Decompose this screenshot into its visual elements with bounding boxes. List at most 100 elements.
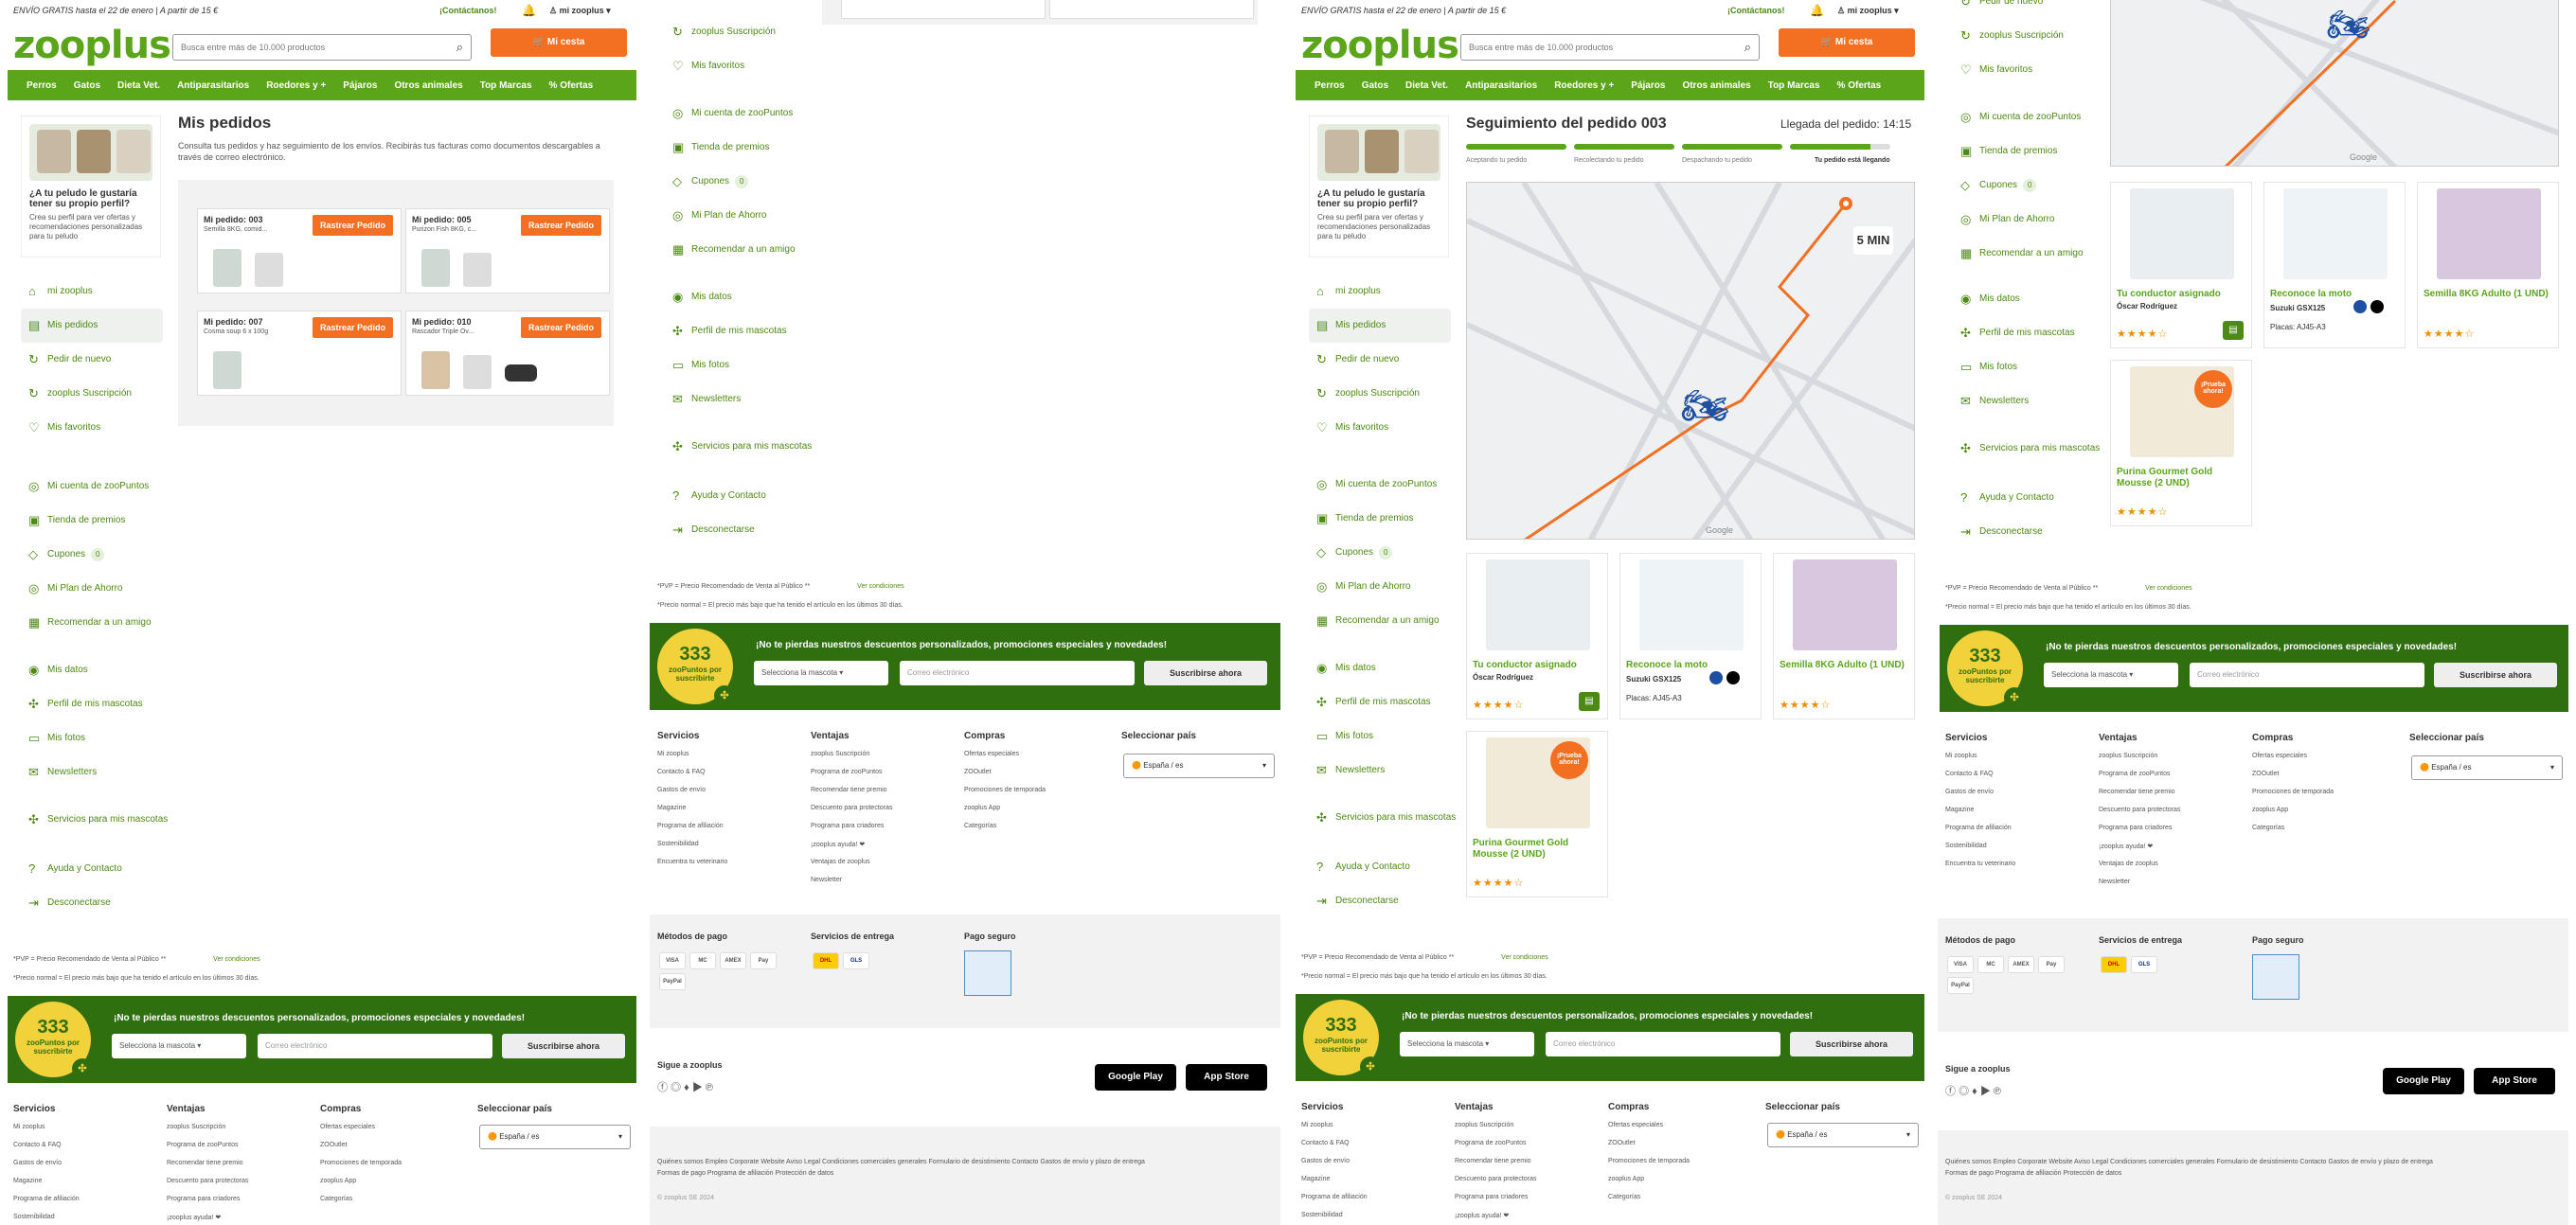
search-icon[interactable]: ⌕ bbox=[1744, 40, 1751, 55]
footer-link[interactable]: zooplus App bbox=[2252, 807, 2394, 825]
footer-link[interactable]: Categorías bbox=[1608, 1194, 1750, 1212]
subscribe-button[interactable]: Suscribirse ahora bbox=[2434, 663, 2557, 687]
order-card[interactable]: Mi pedido: 003 Semilla 8KG, comid... Rastr… bbox=[197, 208, 402, 293]
nav-item[interactable]: Pájaros bbox=[343, 80, 377, 91]
footer-link[interactable]: Magazine bbox=[657, 805, 799, 823]
sidebar-item-favoritos[interactable]: ♡ Mis favoritos bbox=[665, 49, 807, 83]
footer-link[interactable]: zooplus App bbox=[1608, 1176, 1750, 1194]
sidebar-item-favoritos[interactable]: ♡ Mis favoritos bbox=[1309, 411, 1451, 445]
footer-link[interactable]: Contacto & FAQ bbox=[1301, 1140, 1443, 1158]
pet-select[interactable]: Selecciona la mascota ▾ bbox=[2044, 663, 2178, 687]
sidebar-item-zoopuntos[interactable]: ◎ Mi cuenta de zooPuntos bbox=[1953, 100, 2095, 134]
nav-item[interactable]: Antiparasitarios bbox=[1465, 80, 1537, 91]
footer-link[interactable]: ZOOutlet bbox=[1608, 1140, 1750, 1158]
product-card[interactable]: ¡Prueba ahora! Purina Gourmet Gold Mousse… bbox=[2110, 360, 2252, 526]
order-card[interactable]: Mi pedido: 005 Purizon Fish 8KG, c... Rast… bbox=[405, 208, 610, 293]
subscribe-button[interactable]: Suscribirse ahora bbox=[502, 1034, 625, 1058]
footer-link[interactable]: Mi zooplus bbox=[13, 1124, 155, 1142]
footer-link[interactable]: zooplus App bbox=[320, 1178, 462, 1196]
footer-link[interactable]: Mi zooplus bbox=[657, 751, 799, 769]
sidebar-item-desconectarse[interactable]: ⇥ Desconectarse bbox=[1953, 515, 2095, 549]
footer-link[interactable]: Ofertas especiales bbox=[320, 1124, 462, 1142]
track-order-button[interactable]: Rastrear Pedido bbox=[520, 215, 601, 236]
sidebar-item-mis-pedidos[interactable]: ▤ Mis pedidos bbox=[1309, 309, 1451, 343]
nav-item[interactable]: Otros animales bbox=[1682, 80, 1750, 91]
twitter-icon[interactable]: ♦ bbox=[1972, 1086, 1977, 1097]
nav-item[interactable]: Perros bbox=[1315, 80, 1345, 91]
sidebar-item-newsletters[interactable]: ✉ Newsletters bbox=[21, 755, 163, 790]
sidebar-item-servicios[interactable]: ✣ Servicios para mis mascotas bbox=[21, 803, 168, 852]
sidebar-item-plan-ahorro[interactable]: ◎ Mi Plan de Ahorro bbox=[1309, 570, 1451, 604]
facebook-icon[interactable]: ⓕ bbox=[657, 1082, 668, 1093]
sidebar-item-plan-ahorro[interactable]: ◎ Mi Plan de Ahorro bbox=[665, 199, 807, 233]
footer-link[interactable]: ¡zooplus ayuda! ❤ bbox=[1455, 1212, 1597, 1225]
sidebar-item-servicios[interactable]: ✣ Servicios para mis mascotas bbox=[665, 430, 812, 479]
chat-icon[interactable]: ▤ bbox=[1579, 692, 1600, 711]
conditions-link[interactable]: Ver condiciones bbox=[1501, 954, 1547, 961]
sidebar-item-recomendar[interactable]: ▦ Recomendar a un amigo bbox=[21, 606, 163, 640]
footer-link[interactable]: ¡zooplus ayuda! ❤ bbox=[811, 841, 953, 859]
nav-item[interactable]: Perros bbox=[27, 80, 57, 91]
sidebar-item-desconectarse[interactable]: ⇥ Desconectarse bbox=[1309, 884, 1451, 918]
sidebar-item-newsletters[interactable]: ✉ Newsletters bbox=[1309, 754, 1451, 788]
footer-link[interactable]: Programa de zooPuntos bbox=[1455, 1140, 1597, 1158]
footer-link[interactable]: ZOOutlet bbox=[2252, 771, 2394, 789]
sidebar-item-zoopuntos[interactable]: ◎ Mi cuenta de zooPuntos bbox=[665, 97, 807, 131]
search-input[interactable]: Busca entre más de 10.000 productos ⌕ bbox=[172, 34, 472, 61]
footer-link[interactable]: Descuento para protectoras bbox=[167, 1178, 309, 1196]
email-field[interactable]: Correo electrónico bbox=[1546, 1032, 1780, 1056]
footer-link[interactable]: Magazine bbox=[1945, 807, 2087, 825]
sidebar-item-pedir-de-nuevo[interactable]: ↻ Pedir de nuevo bbox=[1953, 0, 2095, 19]
sidebar-item-ayuda[interactable]: ? Ayuda y Contacto bbox=[21, 852, 163, 886]
footer-link[interactable]: Programa de zooPuntos bbox=[2099, 771, 2241, 789]
sidebar-item-perfil-mascotas[interactable]: ✣ Perfil de mis mascotas bbox=[21, 687, 163, 721]
pinterest-icon[interactable]: ℗ bbox=[706, 1082, 713, 1093]
nav-item[interactable]: Antiparasitarios bbox=[177, 80, 249, 91]
footer-link[interactable]: Newsletter bbox=[2099, 879, 2241, 897]
basket-button[interactable]: 🛒 Mi cesta bbox=[491, 28, 627, 57]
footer-link[interactable]: Programa para criadores bbox=[1455, 1194, 1597, 1212]
bell-icon[interactable]: 🔔 bbox=[1810, 4, 1824, 17]
instagram-icon[interactable]: ◎ bbox=[671, 1082, 681, 1093]
nav-item[interactable]: Otros animales bbox=[394, 80, 462, 91]
country-select[interactable]: 🟠 España / es ▾ bbox=[479, 1125, 631, 1149]
footer-link[interactable]: Ofertas especiales bbox=[1608, 1122, 1750, 1140]
sidebar-item-newsletters[interactable]: ✉ Newsletters bbox=[1953, 384, 2095, 418]
sidebar-item-mis-fotos[interactable]: ▭ Mis fotos bbox=[21, 721, 163, 755]
footer-link[interactable]: Programa para criadores bbox=[811, 823, 953, 841]
footer-link[interactable]: Recomendar tiene premio bbox=[2099, 789, 2241, 807]
sidebar-item-mis-fotos[interactable]: ▭ Mis fotos bbox=[1953, 350, 2095, 384]
nav-item[interactable]: Gatos bbox=[1362, 80, 1388, 91]
sidebar-item-cupones[interactable]: ◇ Cupones 0 bbox=[21, 538, 163, 572]
footer-link[interactable]: ZOOutlet bbox=[320, 1142, 462, 1160]
sidebar-item-zoopuntos[interactable]: ◎ Mi cuenta de zooPuntos bbox=[21, 470, 163, 504]
footer-link[interactable]: Programa de afiliación bbox=[1945, 825, 2087, 843]
pet-select[interactable]: Selecciona la mascota ▾ bbox=[112, 1034, 246, 1058]
footer-link[interactable]: Recomendar tiene premio bbox=[1455, 1158, 1597, 1176]
footer-link[interactable]: ZOOutlet bbox=[964, 769, 1106, 787]
sidebar-item-perfil-mascotas[interactable]: ✣ Perfil de mis mascotas bbox=[1953, 316, 2095, 350]
footer-link[interactable]: Newsletter bbox=[811, 877, 953, 895]
footer-link[interactable]: Mi zooplus bbox=[1945, 753, 2087, 771]
footer-link[interactable]: Ofertas especiales bbox=[964, 751, 1106, 769]
sidebar-item-cupones[interactable]: ◇ Cupones 0 bbox=[1953, 169, 2095, 203]
sidebar-item-mis-datos[interactable]: ◉ Mis datos bbox=[1309, 651, 1451, 685]
google-play-button[interactable]: Google Play bbox=[1095, 1064, 1176, 1091]
footer-link[interactable]: Programa para criadores bbox=[2099, 825, 2241, 843]
app-store-button[interactable]: App Store bbox=[2474, 1068, 2555, 1094]
footer-link[interactable]: Programa para criadores bbox=[167, 1196, 309, 1214]
footer-link[interactable]: Gastos de envío bbox=[1301, 1158, 1443, 1176]
nav-item[interactable]: Gatos bbox=[74, 80, 100, 91]
chat-icon[interactable]: ▤ bbox=[2223, 321, 2244, 340]
sidebar-item-zoopuntos[interactable]: ◎ Mi cuenta de zooPuntos bbox=[1309, 468, 1451, 502]
search-icon[interactable]: ⌕ bbox=[456, 40, 463, 55]
country-select[interactable]: 🟠 España / es ▾ bbox=[1123, 754, 1275, 778]
sidebar-item-tienda-premios[interactable]: ▣ Tienda de premios bbox=[21, 504, 163, 538]
contact-link[interactable]: ¡Contáctanos! bbox=[1727, 6, 1785, 15]
sidebar-item-ayuda[interactable]: ? Ayuda y Contacto bbox=[1309, 850, 1451, 884]
sidebar-item-mis-datos[interactable]: ◉ Mis datos bbox=[1953, 282, 2095, 316]
account-menu[interactable]: ♙ mi zooplus ▾ bbox=[1837, 6, 1899, 16]
instagram-icon[interactable]: ◎ bbox=[1959, 1086, 1969, 1097]
conditions-link[interactable]: Ver condiciones bbox=[2145, 585, 2191, 592]
nav-item[interactable]: % Ofertas bbox=[549, 80, 594, 91]
